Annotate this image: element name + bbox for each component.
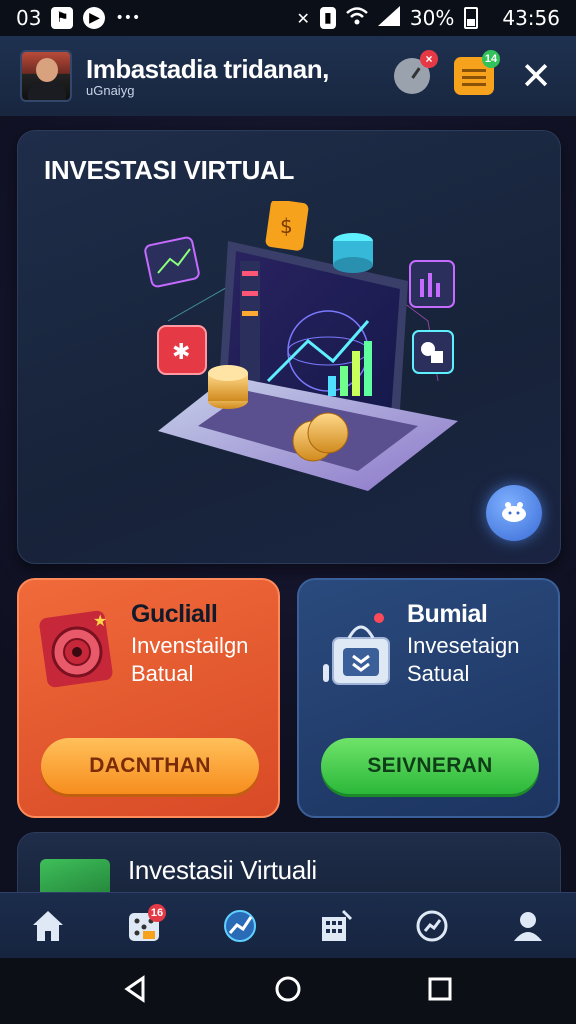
hero-title: INVESTASI VIRTUAL bbox=[44, 155, 295, 185]
dacnthan-button[interactable]: DACNTHAN bbox=[41, 738, 259, 794]
signal-icon bbox=[377, 5, 400, 31]
investment-card-right[interactable]: Bumial Invesetaign Satual SEIVNERAN bbox=[297, 578, 560, 818]
flag-icon: ⚑ bbox=[51, 7, 74, 29]
analytics-icon bbox=[416, 910, 448, 941]
hero-card[interactable]: INVESTASI VIRTUAL $ ✱ bbox=[17, 130, 561, 564]
tab-portfolio[interactable] bbox=[312, 902, 360, 950]
tab-analytics[interactable] bbox=[408, 902, 456, 950]
main-content: INVESTASI VIRTUAL $ ✱ ★ Gucliall Invenst… bbox=[0, 116, 576, 892]
status-time-left: 03 bbox=[16, 6, 42, 30]
avatar[interactable] bbox=[20, 50, 72, 102]
investment-card-left[interactable]: ★ Gucliall Invenstailgn Batual DACNTHAN bbox=[17, 578, 280, 818]
card-left-title: Gucliall bbox=[131, 600, 218, 628]
header-text: Imbastadia tridanan, uGnaiyg bbox=[86, 54, 370, 98]
circle-home-icon bbox=[275, 976, 301, 1001]
battery-icon bbox=[464, 7, 479, 29]
building-icon bbox=[322, 909, 353, 941]
briefcase-scan-icon bbox=[323, 613, 390, 685]
home-icon bbox=[33, 910, 63, 941]
svg-text:$: $ bbox=[280, 214, 293, 238]
tab-home[interactable] bbox=[24, 902, 72, 950]
calendar-badge: 14 bbox=[482, 50, 500, 68]
tab-profile[interactable] bbox=[504, 902, 552, 950]
laptop-investment-illustration: $ ✱ bbox=[144, 201, 458, 491]
app-header: Imbastadia tridanan, uGnaiyg × 14 ✕ bbox=[0, 36, 576, 116]
system-nav-bar bbox=[0, 958, 576, 1024]
square-recents-icon bbox=[428, 977, 452, 1000]
header-subtitle: uGnaiyg bbox=[86, 83, 135, 98]
tab-games[interactable]: 16 bbox=[120, 902, 168, 950]
status-bar: 03 ⚑ ▶ ••• ✕ ▮ 30% 43:56 bbox=[0, 0, 576, 36]
profile-icon bbox=[514, 911, 542, 941]
svg-text:★: ★ bbox=[93, 611, 107, 630]
safe-target-icon: ★ bbox=[39, 610, 113, 688]
calendar-button[interactable]: 14 bbox=[454, 50, 500, 96]
header-title: Imbastadia tridanan, bbox=[86, 54, 329, 84]
bottom-investment-card[interactable]: Investasii Virtuali bbox=[17, 832, 561, 892]
wifi-icon bbox=[346, 6, 368, 31]
notification-badge: × bbox=[420, 50, 438, 68]
games-badge: 16 bbox=[148, 903, 166, 922]
money-icon bbox=[40, 859, 110, 892]
close-icon: ✕ bbox=[520, 54, 552, 98]
pig-icon bbox=[502, 502, 526, 522]
sim-icon: ▮ bbox=[319, 7, 336, 29]
back-button[interactable] bbox=[121, 974, 151, 1009]
tab-invest[interactable] bbox=[216, 902, 264, 950]
svg-text:✱: ✱ bbox=[172, 340, 190, 365]
play-icon: ▶ bbox=[83, 7, 106, 29]
home-nav-button[interactable] bbox=[273, 974, 303, 1009]
notification-button[interactable]: × bbox=[392, 50, 438, 96]
close-button[interactable]: ✕ bbox=[516, 56, 556, 96]
chart-icon bbox=[224, 909, 256, 942]
assistant-fab-button[interactable] bbox=[486, 485, 542, 541]
status-time-right: 43:56 bbox=[502, 6, 560, 30]
battery-percent: 30% bbox=[409, 6, 455, 30]
card-right-title: Bumial bbox=[407, 600, 488, 628]
card-left-subtitle: Invenstailgn Batual bbox=[131, 633, 249, 686]
card-right-subtitle: Invesetaign Satual bbox=[407, 633, 520, 686]
bottom-card-title: Investasii Virtuali bbox=[128, 855, 317, 885]
back-icon bbox=[124, 974, 145, 1003]
mute-icon: ✕ bbox=[296, 8, 310, 28]
seivneran-button[interactable]: SEIVNERAN bbox=[321, 738, 539, 794]
bottom-tab-bar: 16 bbox=[0, 892, 576, 958]
more-notifications-icon: ••• bbox=[115, 10, 141, 26]
recents-button[interactable] bbox=[425, 974, 455, 1009]
